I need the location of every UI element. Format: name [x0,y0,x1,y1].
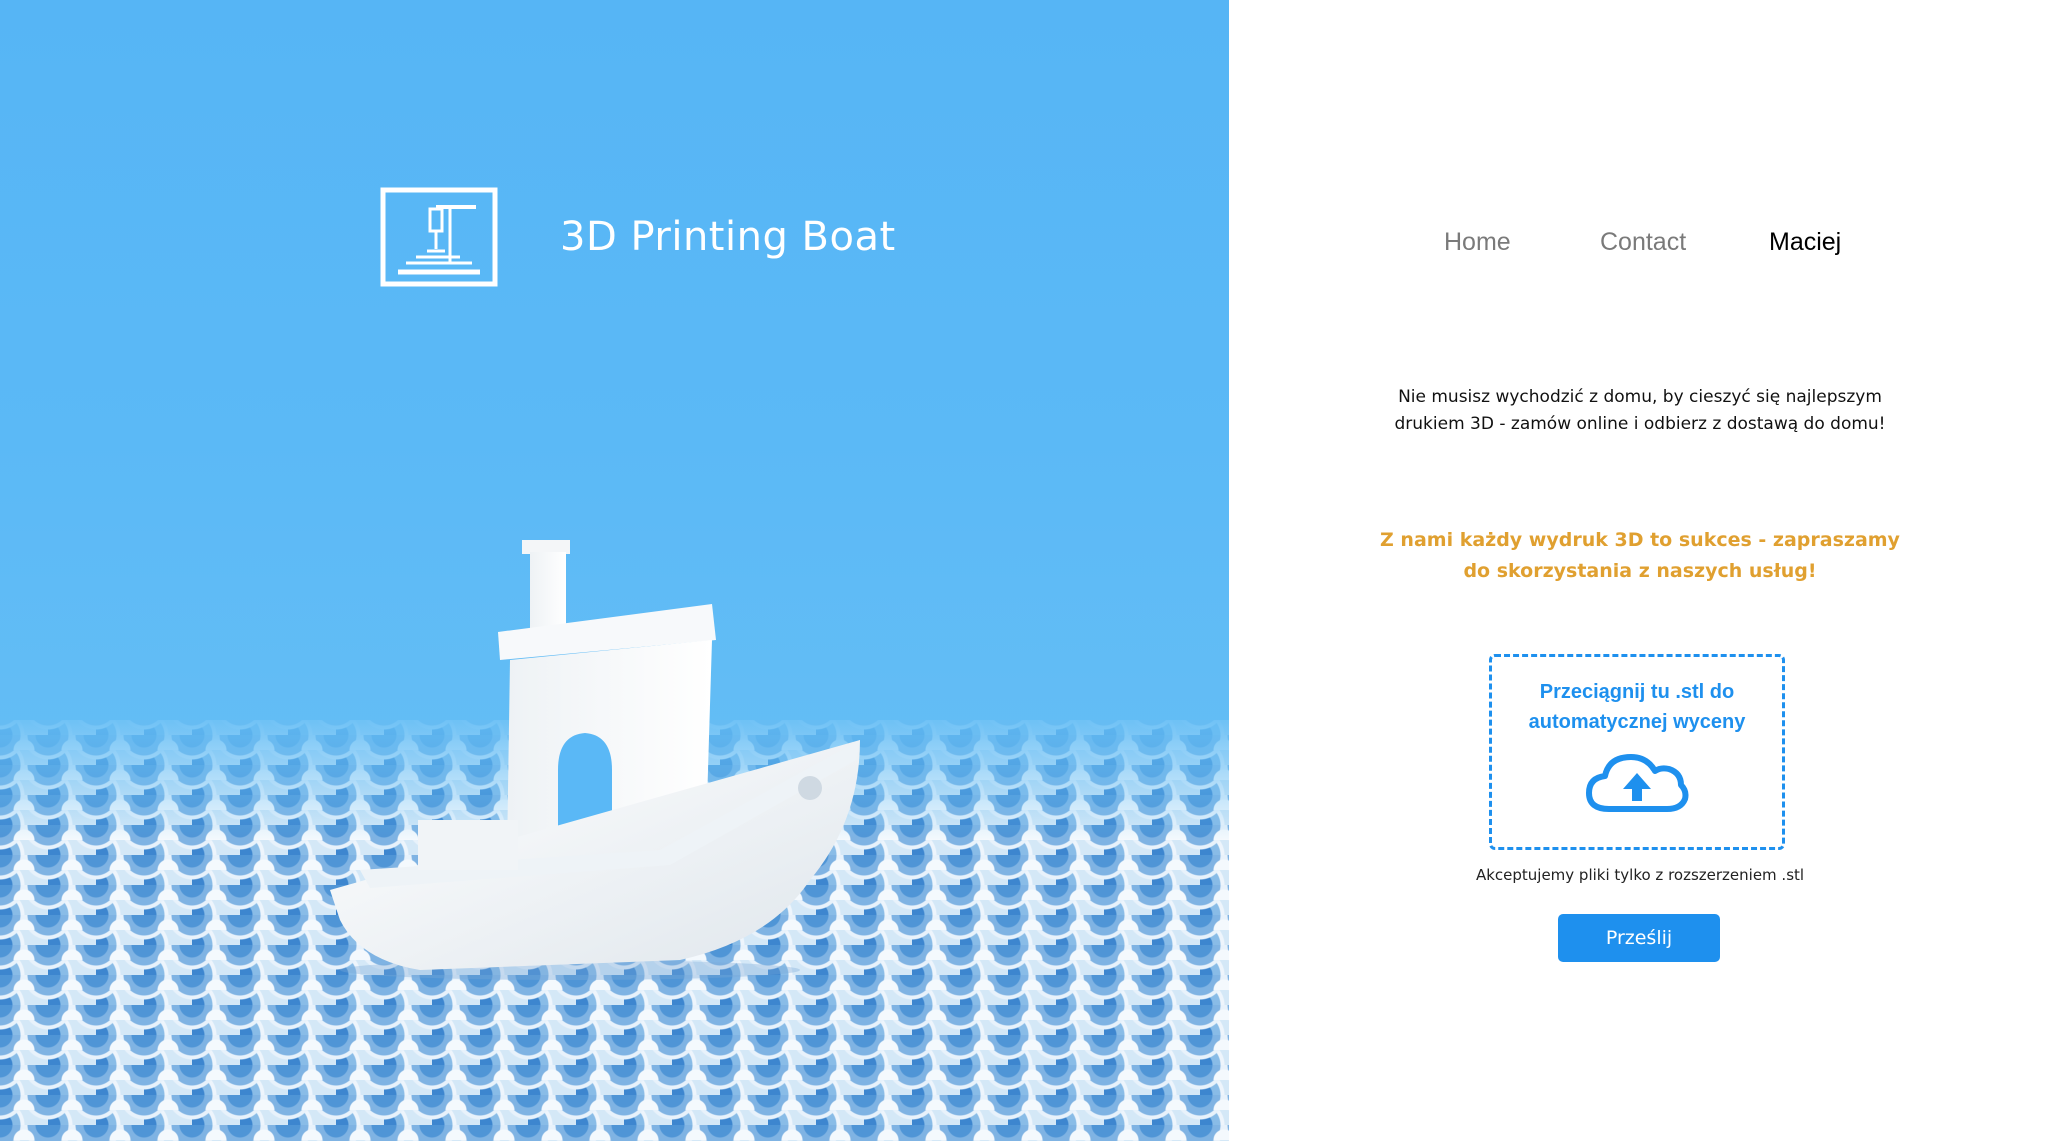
brand-name: 3D Printing Boat [560,214,896,260]
brand[interactable]: 3D Printing Boat [380,187,896,287]
cloud-upload-icon [1586,754,1689,812]
promo-line-2: do skorzystania z naszych usług! [1463,560,1817,582]
dropzone-line-2: automatycznej wyceny [1528,711,1746,733]
promo-text: Z nami każdy wydruk 3D to sukces - zapra… [1380,525,1900,587]
main-nav: Home Contact Maciej [1400,228,1920,264]
nav-user-maciej[interactable]: Maciej [1769,228,1841,257]
accept-note: Akceptujemy pliki tylko z rozszerzeniem … [1475,866,1805,884]
nav-contact[interactable]: Contact [1600,228,1686,257]
dropzone-line-1: Przeciągnij tu .stl do [1539,681,1735,703]
stl-dropzone[interactable]: Przeciągnij tu .stl do automatycznej wyc… [1489,654,1785,850]
3d-printer-icon [380,187,498,287]
intro-text: Nie musisz wychodzić z domu, by cieszyć … [1380,384,1900,438]
intro-line-1: Nie musisz wychodzić z domu, by cieszyć … [1398,387,1882,407]
hero-panel: 3D Printing Boat [0,0,1229,1141]
promo-line-1: Z nami każdy wydruk 3D to sukces - zapra… [1380,529,1900,551]
nav-home[interactable]: Home [1444,228,1511,257]
benchy-boat-image [330,540,860,980]
dropzone-text: Przeciągnij tu .stl do automatycznej wyc… [1492,677,1782,737]
intro-line-2: drukiem 3D - zamów online i odbierz z do… [1394,414,1886,434]
submit-button[interactable]: Prześlij [1558,914,1720,962]
